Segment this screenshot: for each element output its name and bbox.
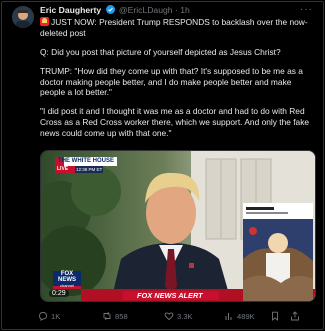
tweet-actions: 1K 858 3.3K 489K [38,311,308,323]
live-time: 12:38 PM ET [76,166,103,172]
tweet-header: Eric Daugherty @EricLDaugh · 1h [40,5,190,16]
reply-count: 1K [51,311,61,321]
alert-banner: FOX NEWS ALERT [137,291,203,300]
views-icon [225,313,232,320]
tweet-paragraph-quote-2: "I did post it and I thought it was me a… [40,106,310,138]
tweet-paragraph-quote-1: TRUMP: "How did they come up with that? … [40,65,303,98]
network-name: FOX NEWS [58,271,76,283]
reply-button[interactable]: 1K [38,311,60,321]
location-bug: THE WHITE HOUSE [58,158,115,164]
like-button[interactable]: 3.3K [164,311,193,321]
reply-icon [39,312,47,321]
network-channel: channel [59,283,74,288]
network-logo: FOX NEWS channel [54,271,80,289]
share-icon [291,311,299,321]
verified-badge-icon [105,5,115,14]
heart-icon [164,312,174,321]
avatar-image [12,6,34,28]
avatar[interactable] [12,6,34,28]
tweet-text: JUST NOW: President Trump RESPONDS to ba… [40,17,314,147]
live-label: LIVE [57,166,69,172]
bookmark-button[interactable] [270,311,280,321]
video-timestamp: 0:29 [49,290,69,297]
video-frame [41,151,315,301]
repost-button[interactable]: 858 [102,311,128,321]
more-options-icon[interactable]: ··· [300,4,313,15]
views-count: 489K [237,311,255,321]
tweet-time[interactable]: 1h [180,5,190,15]
share-button[interactable] [290,311,300,321]
header-separator: · [174,5,178,15]
rotating-light-icon [40,17,49,26]
tweet-headline: JUST NOW: President Trump RESPONDS to ba… [40,17,308,38]
repost-count: 858 [115,311,128,321]
views-button[interactable]: 489K [224,311,255,321]
video-player[interactable]: THE WHITE HOUSE LIVE 12:38 PM ET FOX NEW… [40,150,316,302]
repost-icon [103,311,111,321]
like-count: 3.3K [177,311,193,321]
bookmark-icon [272,311,278,321]
tweet-paragraph-question: Q: Did you post that picture of yourself… [40,46,281,57]
author-name[interactable]: Eric Daugherty [40,5,101,15]
author-handle[interactable]: @EricLDaugh [119,5,173,15]
